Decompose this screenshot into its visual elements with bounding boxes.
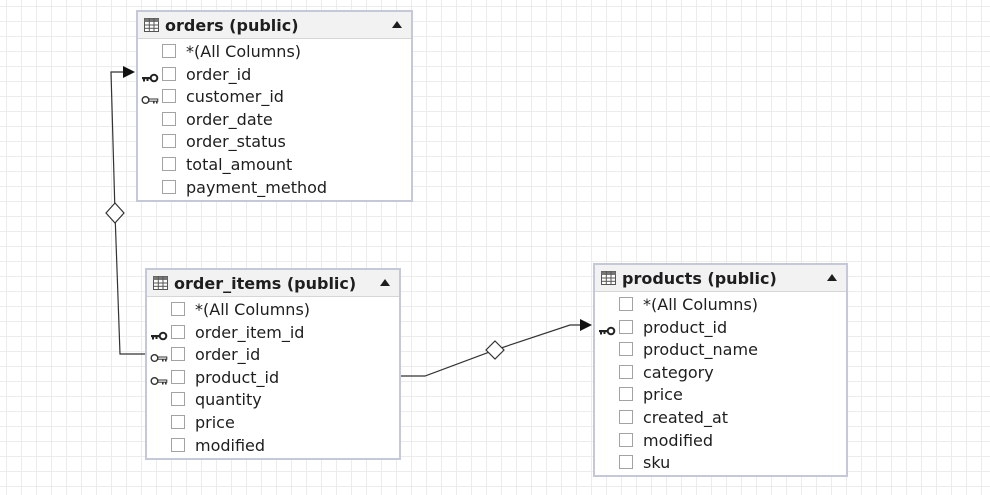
collapse-triangle-icon[interactable]: [392, 21, 402, 28]
primary-key-icon: [598, 322, 616, 335]
collapse-triangle-icon[interactable]: [827, 274, 837, 281]
column-checkbox[interactable]: [171, 324, 185, 339]
column-label: created_at: [643, 407, 729, 427]
column-row[interactable]: sku: [595, 452, 846, 475]
column-row[interactable]: order_item_id: [147, 322, 399, 345]
column-row[interactable]: order_id: [147, 344, 399, 367]
column-row[interactable]: order_status: [138, 131, 411, 154]
table-products[interactable]: products (public) *(All Columns) product_…: [593, 263, 848, 477]
foreign-key-icon: [150, 372, 168, 385]
column-checkbox[interactable]: [162, 156, 176, 171]
column-list: *(All Columns) product_id product_name cate…: [595, 292, 846, 475]
column-label: order_item_id: [195, 322, 305, 342]
column-label: product_id: [643, 317, 728, 337]
column-row[interactable]: category: [595, 362, 846, 385]
column-checkbox[interactable]: [171, 414, 185, 429]
column-label: customer_id: [186, 87, 284, 107]
column-label: category: [643, 362, 714, 382]
column-row[interactable]: *(All Columns): [147, 299, 399, 322]
column-row[interactable]: price: [147, 412, 399, 435]
column-label: price: [643, 385, 683, 405]
table-icon: [601, 271, 616, 285]
column-label: order_id: [186, 64, 252, 84]
relationship-orderitems-products-arrow: [580, 319, 592, 331]
column-row[interactable]: quantity: [147, 389, 399, 412]
column-checkbox[interactable]: [619, 364, 633, 379]
column-checkbox[interactable]: [162, 134, 176, 149]
column-row[interactable]: product_name: [595, 339, 846, 362]
column-label: product_name: [643, 340, 758, 360]
table-title: orders (public): [165, 15, 299, 35]
column-row[interactable]: *(All Columns): [595, 294, 846, 317]
foreign-key-icon: [150, 349, 168, 363]
column-row[interactable]: price: [595, 384, 846, 407]
table-title: order_items (public): [174, 273, 357, 293]
column-row[interactable]: product_id: [147, 367, 399, 390]
column-label: order_date: [186, 109, 273, 129]
column-label: order_id: [195, 345, 261, 365]
column-label: product_id: [195, 367, 280, 387]
column-list: *(All Columns) order_id customer_id order_d…: [138, 39, 411, 199]
column-label: modified: [195, 435, 266, 455]
column-row[interactable]: payment_method: [138, 177, 411, 200]
foreign-key-icon: [141, 91, 159, 105]
column-checkbox[interactable]: [162, 66, 176, 81]
column-checkbox[interactable]: [171, 437, 185, 452]
column-row[interactable]: customer_id: [138, 86, 411, 109]
collapse-triangle-icon[interactable]: [380, 279, 390, 286]
relationship-orderitems-products-diamond[interactable]: [485, 340, 505, 360]
relationship-orderitems-products-line[interactable]: [401, 324, 582, 377]
table-header[interactable]: products (public): [595, 265, 846, 292]
table-title: products (public): [622, 268, 777, 288]
column-checkbox[interactable]: [619, 432, 633, 447]
table-header[interactable]: order_items (public): [147, 270, 399, 297]
column-label: quantity: [195, 390, 262, 410]
column-checkbox[interactable]: [162, 44, 176, 58]
column-checkbox[interactable]: [619, 409, 633, 424]
column-checkbox[interactable]: [171, 392, 185, 407]
column-label: order_status: [186, 132, 286, 152]
relationship-orderitems-orders-diamond[interactable]: [105, 202, 125, 224]
table-icon: [144, 18, 159, 32]
column-label: total_amount: [186, 154, 293, 174]
column-checkbox[interactable]: [171, 302, 185, 316]
column-checkbox[interactable]: [619, 455, 633, 470]
column-list: *(All Columns) order_item_id order_id produ…: [147, 297, 399, 457]
table-icon: [153, 276, 168, 290]
column-checkbox[interactable]: [619, 297, 633, 311]
column-label: *(All Columns): [186, 42, 302, 61]
primary-key-icon: [150, 327, 168, 340]
column-label: sku: [643, 453, 671, 473]
table-order-items[interactable]: order_items (public) *(All Columns) order…: [145, 268, 401, 460]
column-row[interactable]: modified: [595, 430, 846, 453]
column-label: *(All Columns): [195, 300, 311, 319]
column-checkbox[interactable]: [619, 387, 633, 402]
table-orders[interactable]: orders (public) *(All Columns) order_idcu…: [136, 10, 413, 202]
relationship-orderitems-orders-arrow: [123, 66, 135, 78]
column-checkbox[interactable]: [619, 319, 633, 334]
column-row[interactable]: order_date: [138, 109, 411, 132]
column-label: *(All Columns): [643, 295, 759, 314]
column-label: modified: [643, 430, 714, 450]
column-checkbox[interactable]: [171, 369, 185, 384]
column-row[interactable]: order_id: [138, 64, 411, 87]
primary-key-icon: [141, 69, 159, 82]
column-row[interactable]: *(All Columns): [138, 41, 411, 64]
column-label: price: [195, 412, 235, 432]
column-checkbox[interactable]: [162, 179, 176, 194]
table-header[interactable]: orders (public): [138, 12, 411, 39]
column-label: payment_method: [186, 177, 328, 197]
diagram-canvas[interactable]: orders (public) *(All Columns) order_id cu…: [0, 0, 990, 495]
column-row[interactable]: created_at: [595, 407, 846, 430]
column-row[interactable]: modified: [147, 435, 399, 458]
column-row[interactable]: product_id: [595, 317, 846, 340]
column-checkbox[interactable]: [171, 347, 185, 362]
column-row[interactable]: total_amount: [138, 154, 411, 177]
column-checkbox[interactable]: [162, 111, 176, 126]
column-checkbox[interactable]: [619, 342, 633, 357]
column-checkbox[interactable]: [162, 89, 176, 104]
